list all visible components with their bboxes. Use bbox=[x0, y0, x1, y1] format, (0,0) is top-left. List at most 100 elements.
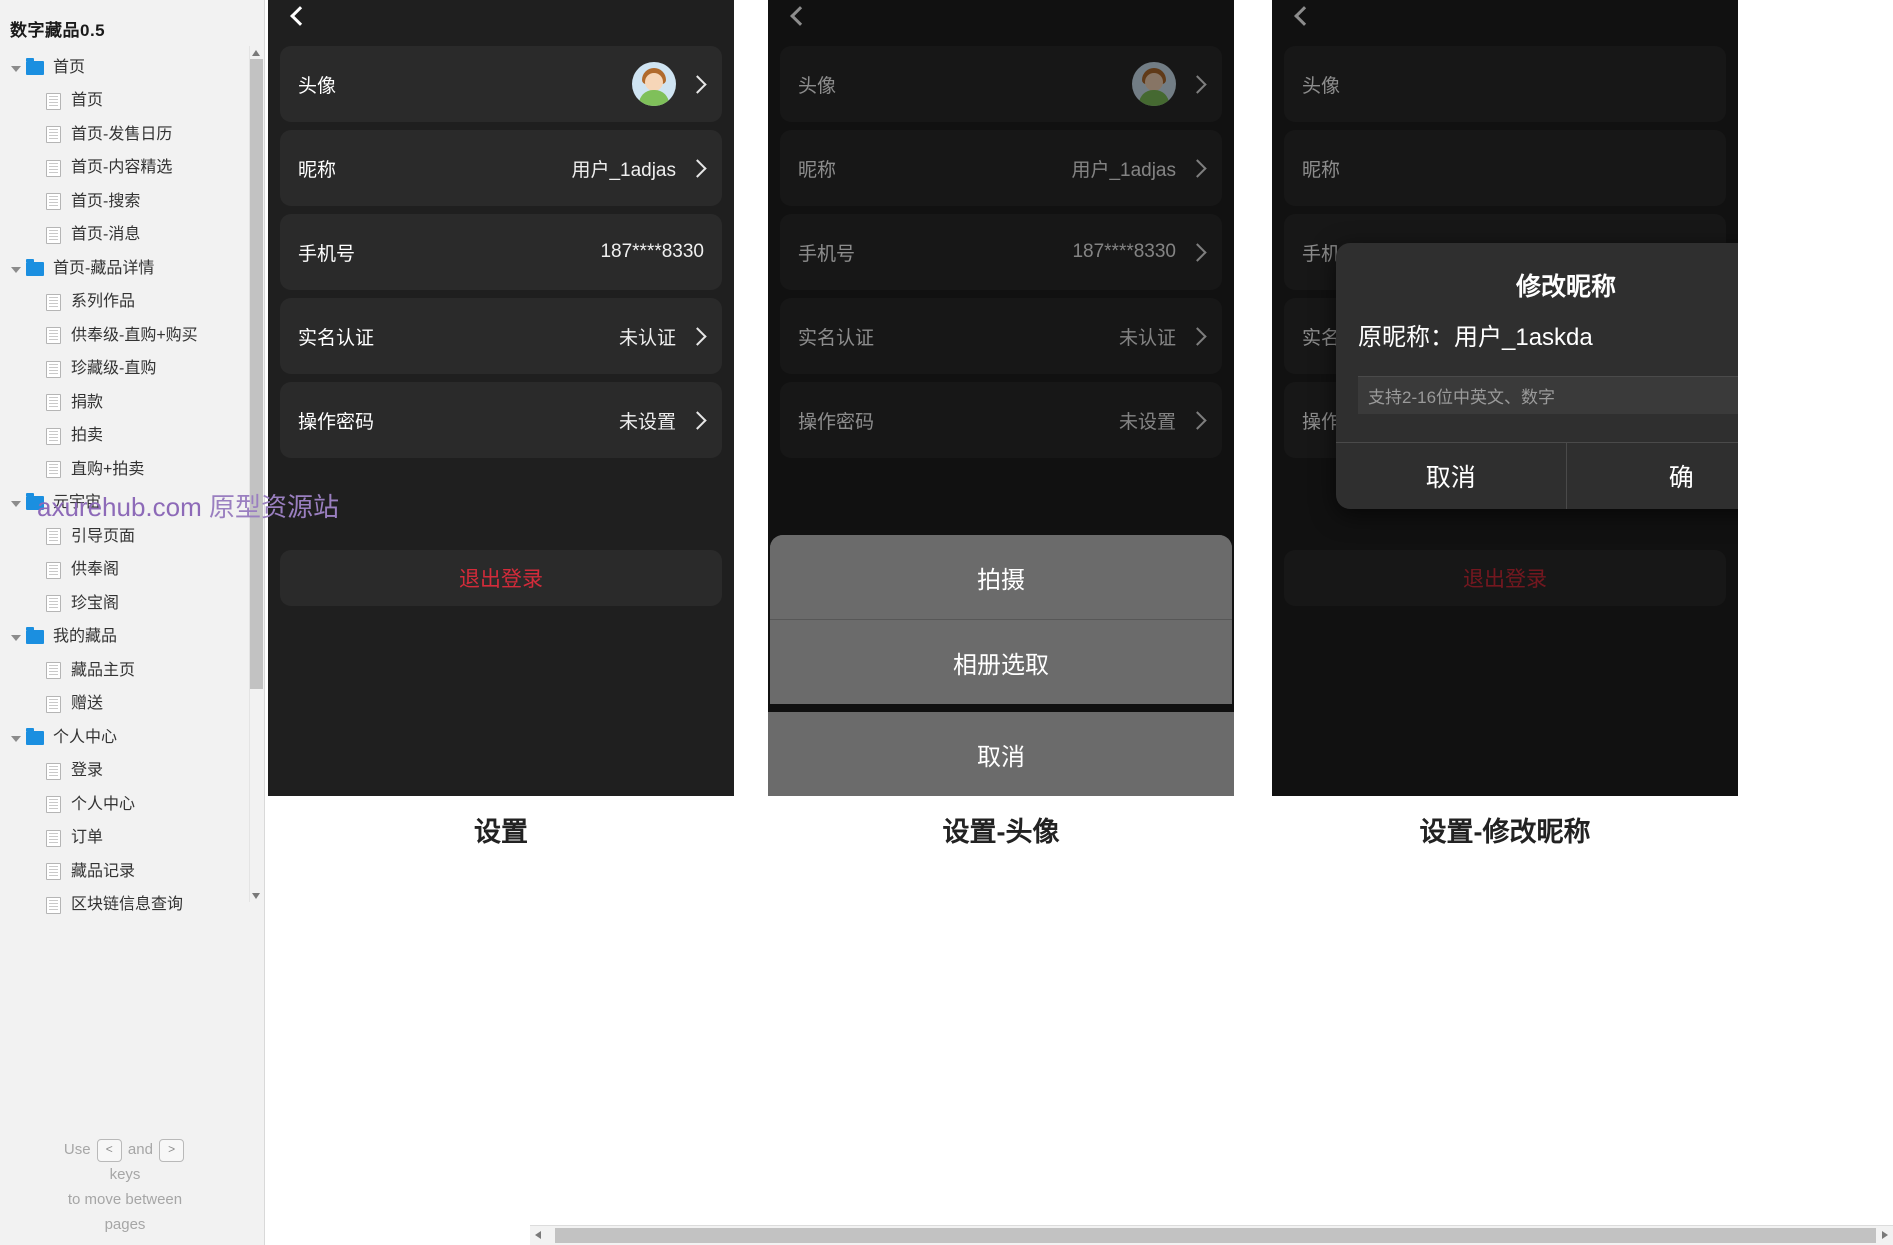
tree-folder-item[interactable]: 元宇宙 bbox=[0, 487, 264, 521]
nickname-input[interactable]: 支持2-16位中英文、数字 bbox=[1358, 376, 1738, 414]
tree-page-item[interactable]: 拍卖 bbox=[0, 420, 264, 454]
tree-page-item[interactable]: 首页 bbox=[0, 85, 264, 119]
row-value: 未认证 bbox=[619, 323, 707, 350]
edit-nickname-dialog[interactable]: 修改昵称 原昵称：用户_1askda 支持2-16位中英文、数字 取消 确 bbox=[1336, 243, 1738, 509]
row-value-text: 187****8330 bbox=[600, 241, 704, 262]
phone-preview-settings-avatar[interactable]: 头像 昵称 用户_1adjas 手机号 187****8330 实名认证 未认证… bbox=[768, 0, 1234, 796]
row-value-text: 未认证 bbox=[1118, 327, 1176, 349]
tree-page-item[interactable]: 供奉级-直购+购买 bbox=[0, 319, 264, 353]
tree-item-label: 我的藏品 bbox=[53, 628, 118, 646]
row-value: 未认证 bbox=[1118, 323, 1207, 350]
tree-page-item[interactable]: 供奉阁 bbox=[0, 554, 264, 588]
tree-item-label: 供奉阁 bbox=[71, 561, 120, 579]
action-sheet-cancel[interactable]: 取消 bbox=[768, 712, 1234, 796]
page-icon bbox=[46, 360, 61, 378]
chevron-left-icon[interactable] bbox=[1292, 6, 1314, 28]
hint-keys-text: keys bbox=[109, 1166, 141, 1183]
settings-row-phone[interactable]: 手机号 187****8330 bbox=[780, 214, 1222, 290]
sidebar-scrollbar[interactable] bbox=[249, 46, 263, 902]
tree-page-item[interactable]: 珍藏级-直购 bbox=[0, 353, 264, 387]
tree-page-item[interactable]: 首页-搜索 bbox=[0, 185, 264, 219]
row-label: 手机号 bbox=[798, 243, 856, 265]
tree-page-item[interactable]: 引导页面 bbox=[0, 520, 264, 554]
tree-page-item[interactable]: 首页-消息 bbox=[0, 219, 264, 253]
tree-item-label: 首页-内容精选 bbox=[71, 159, 173, 177]
tree-page-item[interactable]: 珍宝阁 bbox=[0, 587, 264, 621]
page-icon bbox=[46, 595, 61, 613]
phone3-navbar bbox=[1272, 0, 1738, 46]
tree-page-item[interactable]: 订单 bbox=[0, 822, 264, 856]
phone-preview-edit-nickname[interactable]: 头像 昵称 手机号 实名认证 操作密码 退出登录 修改昵称 原昵称：用户_1as… bbox=[1272, 0, 1738, 796]
tree-folder-item[interactable]: 我的藏品 bbox=[0, 621, 264, 655]
folder-icon bbox=[26, 258, 44, 276]
settings-row-avatar[interactable]: 头像 bbox=[280, 46, 722, 122]
phone-preview-settings[interactable]: 头像 昵称 用户_1adjas 手机号 187****8330 实名认证 未认证… bbox=[268, 0, 734, 796]
tree-page-item[interactable]: 捐款 bbox=[0, 386, 264, 420]
tree-folder-item[interactable]: 首页 bbox=[0, 51, 264, 85]
settings-row-avatar[interactable]: 头像 bbox=[1284, 46, 1726, 122]
tree-page-item[interactable]: 藏品记录 bbox=[0, 855, 264, 889]
scroll-down-arrow-icon[interactable] bbox=[250, 889, 263, 902]
tree-item-label: 藏品主页 bbox=[71, 661, 136, 679]
page-icon bbox=[46, 293, 61, 311]
tree-page-item[interactable]: 赠送 bbox=[0, 688, 264, 722]
scroll-up-arrow-icon[interactable] bbox=[250, 46, 263, 59]
action-sheet-take-photo[interactable]: 拍摄 bbox=[770, 535, 1232, 619]
folder-icon bbox=[26, 727, 44, 745]
page-icon bbox=[46, 193, 61, 211]
canvas-horizontal-scrollbar[interactable] bbox=[530, 1225, 1893, 1245]
row-label: 实名认证 bbox=[798, 327, 875, 349]
chevron-right-icon bbox=[688, 326, 707, 346]
tree-item-label: 首页-藏品详情 bbox=[53, 259, 155, 277]
tree-page-item[interactable]: 区块链信息查询 bbox=[0, 889, 264, 923]
tree-page-item[interactable]: 个人中心 bbox=[0, 788, 264, 822]
tree-page-item[interactable]: 直购+拍卖 bbox=[0, 453, 264, 487]
dialog-confirm-button[interactable]: 确 bbox=[1565, 443, 1739, 509]
settings-row-nickname[interactable]: 昵称 bbox=[1284, 130, 1726, 206]
tree-item-label: 供奉级-直购+购买 bbox=[71, 326, 198, 344]
settings-row-phone[interactable]: 手机号 187****8330 bbox=[280, 214, 722, 290]
action-sheet-choose-album[interactable]: 相册选取 bbox=[770, 619, 1232, 704]
dialog-cancel-button[interactable]: 取消 bbox=[1336, 443, 1566, 509]
settings-row-realname[interactable]: 实名认证 未认证 bbox=[280, 298, 722, 374]
dialog-buttons: 取消 确 bbox=[1336, 442, 1738, 509]
chevron-left-icon[interactable] bbox=[288, 6, 310, 28]
tree-page-item[interactable]: 系列作品 bbox=[0, 286, 264, 320]
settings-row-password[interactable]: 操作密码 未设置 bbox=[280, 382, 722, 458]
tree-item-label: 藏品记录 bbox=[71, 862, 136, 880]
scroll-left-arrow-icon[interactable] bbox=[530, 1226, 547, 1245]
logout-button[interactable]: 退出登录 bbox=[280, 550, 722, 606]
scroll-right-arrow-icon[interactable] bbox=[1876, 1226, 1893, 1245]
chevron-down-icon[interactable] bbox=[8, 629, 24, 645]
tree-page-item[interactable]: 登录 bbox=[0, 755, 264, 789]
settings-row-avatar[interactable]: 头像 bbox=[780, 46, 1222, 122]
sidebar-scrollbar-thumb[interactable] bbox=[250, 59, 263, 689]
row-value-text: 187****8330 bbox=[1072, 241, 1176, 262]
row-label: 操作密码 bbox=[798, 411, 875, 433]
folder-icon bbox=[26, 493, 44, 511]
chevron-left-icon[interactable] bbox=[788, 6, 810, 28]
settings-row-realname[interactable]: 实名认证 未认证 bbox=[780, 298, 1222, 374]
settings-row-password[interactable]: 操作密码 未设置 bbox=[780, 382, 1222, 458]
chevron-down-icon[interactable] bbox=[8, 60, 24, 76]
chevron-down-icon[interactable] bbox=[8, 730, 24, 746]
chevron-down-icon[interactable] bbox=[8, 495, 24, 511]
tree-page-item[interactable]: 首页-发售日历 bbox=[0, 118, 264, 152]
sidebar: 数字藏品0.5 首页 首页 首页-发售日历 首页-内容精选 首页-搜索 首页-消息 首页-藏… bbox=[0, 0, 265, 1245]
avatar-action-sheet[interactable]: 拍摄 相册选取 取消 bbox=[768, 535, 1234, 796]
tree-item-label: 直购+拍卖 bbox=[71, 460, 145, 478]
chevron-down-icon[interactable] bbox=[8, 261, 24, 277]
page-tree[interactable]: 首页 首页 首页-发售日历 首页-内容精选 首页-搜索 首页-消息 首页-藏品详情 系列作品供… bbox=[0, 51, 264, 922]
tree-folder-item[interactable]: 个人中心 bbox=[0, 721, 264, 755]
tree-page-item[interactable]: 首页-内容精选 bbox=[0, 152, 264, 186]
settings-row-nickname[interactable]: 昵称 用户_1adjas bbox=[780, 130, 1222, 206]
tree-folder-item[interactable]: 首页-藏品详情 bbox=[0, 252, 264, 286]
canvas-scrollbar-thumb[interactable] bbox=[555, 1228, 1893, 1243]
logout-button[interactable]: 退出登录 bbox=[1284, 550, 1726, 606]
row-value: 187****8330 bbox=[600, 241, 704, 263]
row-value: 187****8330 bbox=[1072, 241, 1207, 263]
prev-page-key: < bbox=[96, 1138, 122, 1162]
tree-page-item[interactable]: 藏品主页 bbox=[0, 654, 264, 688]
page-icon bbox=[46, 695, 61, 713]
settings-row-nickname[interactable]: 昵称 用户_1adjas bbox=[280, 130, 722, 206]
